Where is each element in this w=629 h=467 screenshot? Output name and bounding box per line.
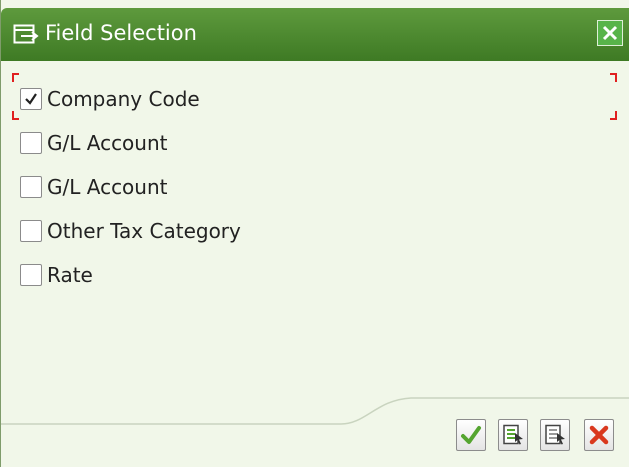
dialog-title: Field Selection	[45, 21, 197, 45]
continue-button[interactable]	[456, 419, 486, 451]
field-selection-dialog: Field Selection Company Code G/L Account	[0, 0, 629, 467]
field-row-other-tax-category[interactable]: Other Tax Category	[20, 217, 241, 245]
field-label: G/L Account	[47, 131, 168, 155]
footer-separator	[1, 397, 629, 425]
field-label: G/L Account	[47, 175, 168, 199]
deselect-all-icon	[545, 424, 565, 445]
field-row-rate[interactable]: Rate	[20, 261, 93, 289]
close-button[interactable]	[597, 20, 623, 46]
field-label: Other Tax Category	[47, 219, 241, 243]
field-label: Rate	[47, 263, 93, 287]
checkbox-gl-account-2[interactable]	[20, 176, 42, 198]
dialog-window-icon	[13, 23, 39, 47]
field-label: Company Code	[47, 87, 200, 111]
deselect-all-button[interactable]	[540, 419, 570, 451]
checkbox-rate[interactable]	[20, 264, 42, 286]
checkbox-company-code[interactable]	[20, 88, 42, 110]
field-row-company-code[interactable]: Company Code	[20, 85, 200, 113]
field-row-gl-account[interactable]: G/L Account	[20, 129, 168, 157]
cancel-button[interactable]	[584, 419, 614, 451]
focus-corner-top-right	[610, 73, 617, 82]
select-all-icon	[503, 424, 523, 445]
checkbox-other-tax-category[interactable]	[20, 220, 42, 242]
focus-corner-bottom-right	[610, 111, 617, 120]
checkmark-icon	[25, 93, 37, 105]
title-bar: Field Selection	[1, 8, 629, 61]
checkbox-gl-account[interactable]	[20, 132, 42, 154]
checkmark-icon	[461, 426, 481, 444]
focus-corner-bottom-left	[12, 111, 19, 120]
focus-corner-top-left	[12, 73, 19, 82]
cancel-icon	[589, 425, 609, 445]
select-all-button[interactable]	[498, 419, 528, 451]
field-row-gl-account-2[interactable]: G/L Account	[20, 173, 168, 201]
